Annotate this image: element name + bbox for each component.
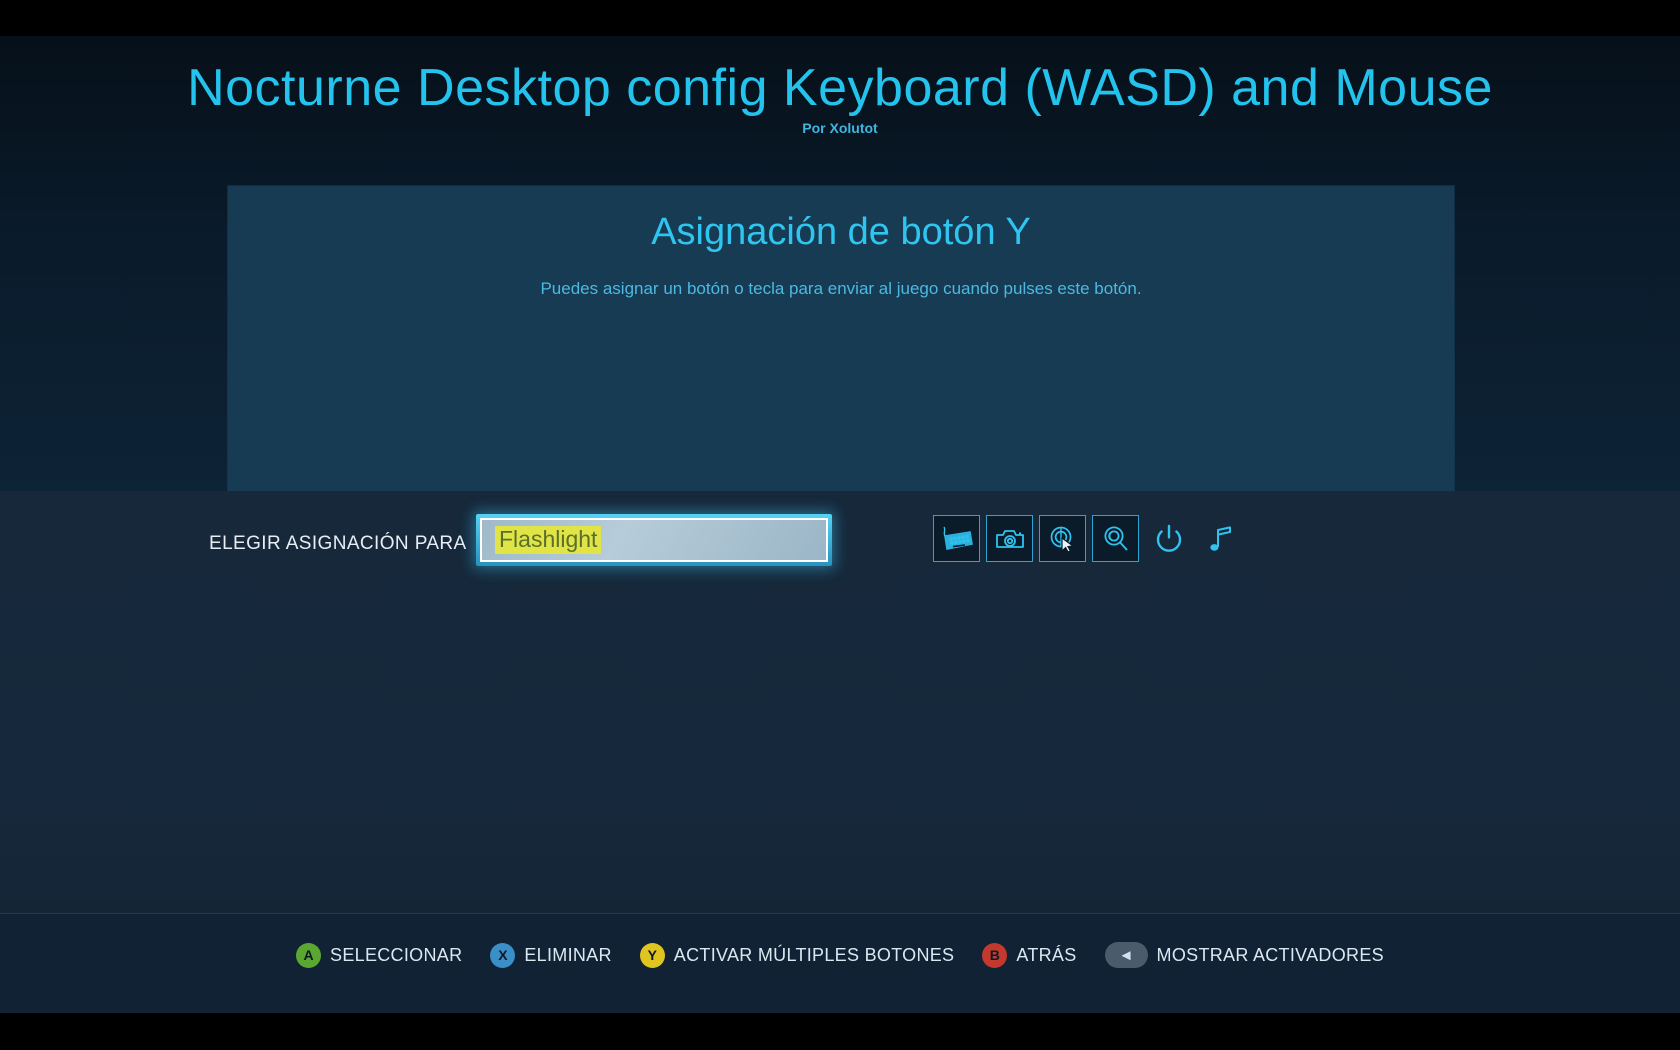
dialog-title: Asignación de botón Y (651, 211, 1031, 253)
legend-label: ELIMINAR (524, 944, 612, 965)
mouse-click-icon[interactable] (1039, 515, 1086, 562)
legend-label: ATRÁS (1016, 944, 1077, 965)
assignment-label: ELEGIR ASIGNACIÓN PARA (209, 533, 467, 554)
top-letterbox (0, 0, 1680, 36)
x-button-icon: X (490, 942, 516, 968)
category-icon-strip (933, 515, 1245, 562)
dpad-left-icon: ◄ (1104, 942, 1148, 968)
legend-label: MOSTRAR ACTIVADORES (1156, 944, 1384, 965)
binding-picker-region: ELEGIR ASIGNACIÓN PARA Flashlight (0, 491, 1680, 913)
legend-item[interactable]: B ATRÁS (982, 942, 1077, 968)
bottom-letterbox (0, 1013, 1680, 1050)
magnifier-icon[interactable] (1092, 515, 1139, 562)
b-button-icon: B (982, 942, 1008, 968)
legend-list: A SELECCIONAR X ELIMINAR Y ACTIVAR MÚLTIPLES … (0, 942, 1680, 968)
header-region: Nocturne Desktop config Keyboard (WASD) … (0, 36, 1680, 526)
steam-controller-config-screen: Nocturne Desktop config Keyboard (WASD) … (0, 0, 1680, 1050)
legend-item[interactable]: ◄ MOSTRAR ACTIVADORES (1104, 942, 1384, 968)
footer-legend-bar: A SELECCIONAR X ELIMINAR Y ACTIVAR MÚLTIPLES … (0, 913, 1680, 1013)
keyboard-icon[interactable] (933, 515, 980, 562)
assignment-input[interactable]: Flashlight (480, 518, 828, 562)
a-button-icon: A (296, 942, 322, 968)
assignment-input-value[interactable]: Flashlight (495, 526, 602, 554)
legend-item[interactable]: A SELECCIONAR (296, 942, 463, 968)
y-button-icon: Y (639, 942, 665, 968)
music-note-icon[interactable] (1198, 515, 1245, 562)
assignment-row: ELEGIR ASIGNACIÓN PARA Flashlight (0, 514, 1680, 574)
legend-item[interactable]: X ELIMINAR (490, 942, 612, 968)
assignment-input-wrapper[interactable]: Flashlight (476, 514, 832, 566)
legend-label: ACTIVAR MÚLTIPLES BOTONES (673, 944, 955, 965)
assignment-dialog-panel: Asignación de botón Y Puedes asignar un … (228, 186, 1454, 526)
power-icon[interactable] (1145, 515, 1192, 562)
legend-label: SELECCIONAR (330, 944, 463, 965)
page-title: Nocturne Desktop config Keyboard (WASD) … (187, 59, 1493, 117)
legend-item[interactable]: Y ACTIVAR MÚLTIPLES BOTONES (639, 942, 955, 968)
dialog-description: Puedes asignar un botón o tecla para env… (540, 279, 1142, 298)
camera-icon[interactable] (986, 515, 1033, 562)
page-author: Por Xolutot (802, 120, 878, 136)
